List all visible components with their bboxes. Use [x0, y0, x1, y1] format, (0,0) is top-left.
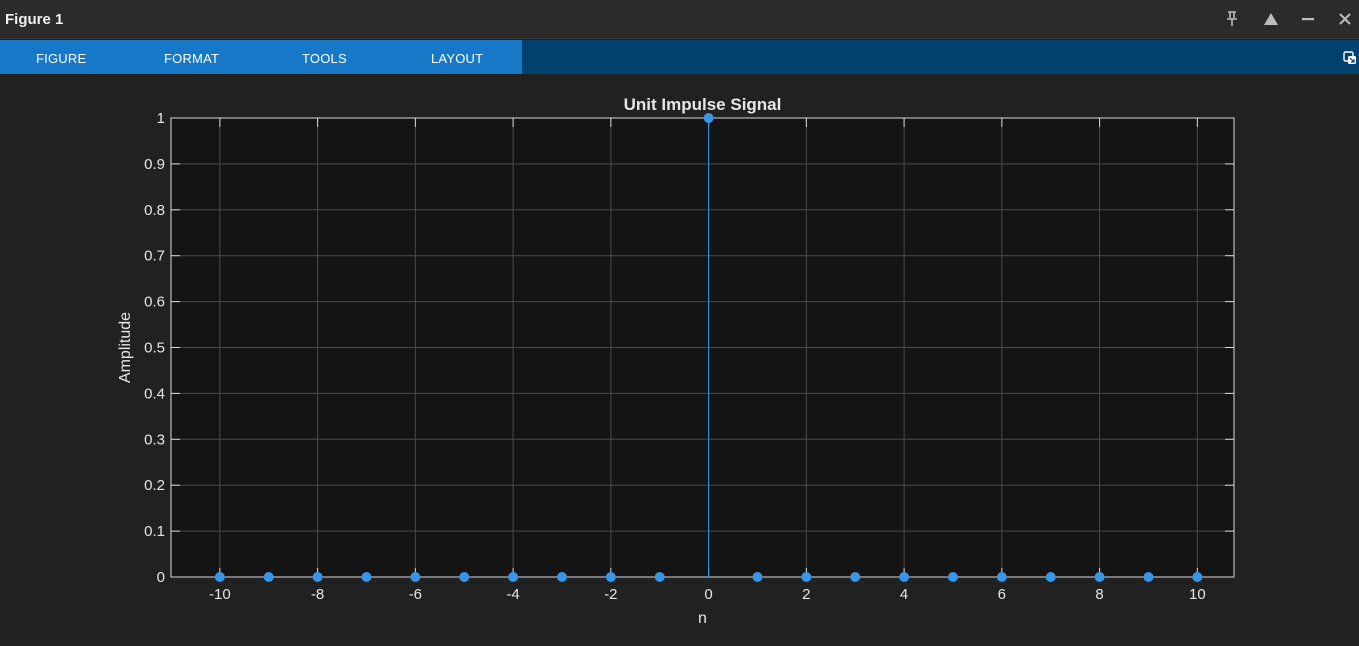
stem-marker [508, 572, 519, 582]
stem-marker [996, 572, 1007, 582]
y-tick-label: 0.3 [144, 431, 165, 448]
y-tick-label: 0.1 [144, 523, 165, 540]
x-tick-label: 4 [900, 586, 908, 603]
toolstrip-tabs: FIGURE FORMAT TOOLS LAYOUT [0, 40, 522, 74]
tab-tools[interactable]: TOOLS [302, 51, 347, 66]
x-tick-label: -8 [311, 586, 324, 603]
chart-title: Unit Impulse Signal [624, 95, 782, 114]
stem-marker [214, 572, 225, 582]
pin-icon[interactable] [1221, 9, 1243, 29]
minimize-icon[interactable] [1297, 9, 1319, 29]
stem-marker [1094, 572, 1105, 582]
close-icon[interactable] [1334, 9, 1356, 29]
stem-marker [312, 572, 323, 582]
y-tick-label: 0.6 [144, 294, 165, 311]
stem-marker [947, 572, 958, 582]
x-axis-label: n [698, 610, 707, 627]
stem-marker [752, 572, 763, 582]
stem-marker [556, 572, 567, 582]
y-tick-label: 1 [157, 110, 165, 127]
y-tick-label: 0.7 [144, 248, 165, 265]
x-tick-labels: -10 -8 -6 -4 -2 0 2 4 6 8 10 [209, 586, 1206, 603]
y-tick-label: 0.4 [144, 385, 165, 402]
x-tick-label: 6 [998, 586, 1006, 603]
y-tick-label: 0.2 [144, 477, 165, 494]
y-tick-label: 0.9 [144, 156, 165, 173]
stem-marker [410, 572, 421, 582]
stem-marker [899, 572, 910, 582]
x-tick-label: -6 [409, 586, 422, 603]
tab-layout[interactable]: LAYOUT [431, 51, 483, 66]
stem-marker [459, 572, 470, 582]
x-tick-label: 10 [1189, 586, 1206, 603]
x-tick-label: -2 [604, 586, 617, 603]
tab-format[interactable]: FORMAT [164, 51, 219, 66]
figure-canvas: -10 -8 -6 -4 -2 0 2 4 6 8 10 0 0.1 0.2 0.3 0.4 0.5 0.6 0.… [0, 74, 1359, 641]
stem-marker [263, 572, 274, 582]
plot-area[interactable]: -10 -8 -6 -4 -2 0 2 4 6 8 10 0 0.1 0.2 0.3 0.4 0.5 0.6 0.… [0, 74, 1359, 641]
x-tick-label: 2 [802, 586, 810, 603]
window-titlebar: Figure 1 [0, 0, 1359, 39]
undock-icon[interactable] [1343, 51, 1357, 65]
x-tick-label: 0 [704, 586, 712, 603]
stem-marker [654, 572, 665, 582]
x-tick-label: -10 [209, 586, 231, 603]
y-tick-label: 0 [157, 569, 165, 586]
y-axis-label: Amplitude [117, 312, 134, 383]
stem-marker [1192, 572, 1203, 582]
stem-marker [361, 572, 372, 582]
stem-marker [605, 572, 616, 582]
tab-figure[interactable]: FIGURE [36, 51, 86, 66]
stem-marker [850, 572, 861, 582]
y-tick-label: 0.5 [144, 340, 165, 357]
y-tick-labels: 0 0.1 0.2 0.3 0.4 0.5 0.6 0.7 0.8 0.9 1 [144, 110, 165, 586]
stem-marker [1045, 572, 1056, 582]
window-title: Figure 1 [5, 11, 64, 28]
x-tick-label: -4 [506, 586, 519, 603]
stem-marker [703, 113, 714, 123]
y-tick-label: 0.8 [144, 202, 165, 219]
maximize-icon[interactable] [1260, 9, 1282, 29]
toolstrip: FIGURE FORMAT TOOLS LAYOUT [0, 40, 1359, 74]
stem-marker [801, 572, 812, 582]
x-tick-label: 8 [1095, 586, 1103, 603]
stem-marker [1143, 572, 1154, 582]
